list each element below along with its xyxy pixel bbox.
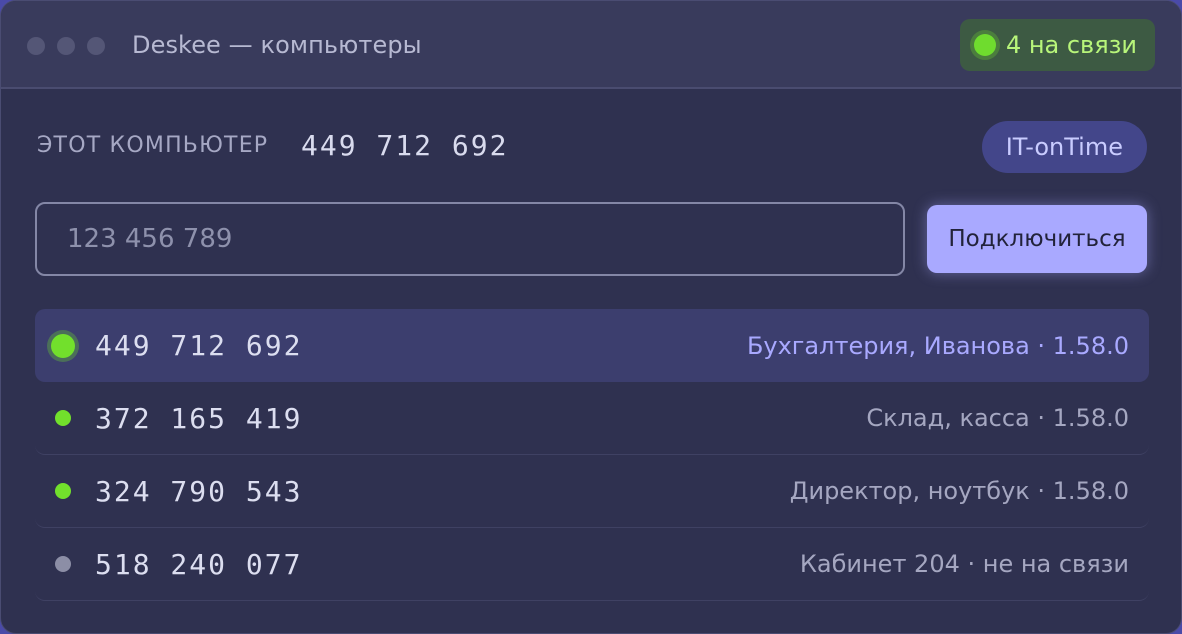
computer-description: Склад, касса · 1.58.0 — [866, 404, 1129, 432]
remote-id-input[interactable] — [35, 202, 905, 276]
app-window: Deskee — компьютеры 4 на связи ЭТОТ КОМП… — [0, 0, 1182, 634]
computer-id: 372 165 419 — [95, 401, 303, 435]
computer-row[interactable]: 324 790 543 Директор, ноутбук · 1.58.0 — [35, 455, 1149, 528]
window-zoom-icon[interactable] — [87, 37, 105, 55]
computer-id: 449 712 692 — [95, 329, 303, 362]
window-close-icon[interactable] — [27, 37, 45, 55]
org-badge: IT-onTime — [981, 121, 1147, 173]
status-offline-icon — [55, 556, 71, 572]
computer-row[interactable]: 372 165 419 Склад, касса · 1.58.0 — [35, 382, 1149, 455]
computer-id: 518 240 077 — [95, 547, 303, 581]
computer-description: Кабинет 204 · не на связи — [799, 550, 1129, 578]
this-computer-id: 449 712 692 — [301, 129, 509, 162]
computer-list: 449 712 692 Бухгалтерия, Иванова · 1.58.0… — [35, 309, 1149, 601]
online-count-label: 4 на связи — [1005, 31, 1137, 59]
connect-button[interactable]: Подключиться — [927, 205, 1147, 273]
computer-row[interactable]: 449 712 692 Бухгалтерия, Иванова · 1.58.0 — [35, 309, 1149, 382]
online-status-icon — [973, 34, 996, 56]
window-title: Deskee — компьютеры — [132, 31, 422, 59]
this-computer-label: ЭТОТ КОМПЬЮТЕР — [37, 133, 269, 158]
computer-description: Бухгалтерия, Иванова · 1.58.0 — [746, 331, 1129, 360]
online-count-badge: 4 на связи — [959, 19, 1155, 71]
window-minimize-icon[interactable] — [57, 37, 75, 55]
status-online-icon — [55, 483, 71, 499]
status-online-icon — [51, 333, 75, 358]
computer-description: Директор, ноутбук · 1.58.0 — [789, 477, 1129, 505]
computer-row[interactable]: 518 240 077 Кабинет 204 · не на связи — [35, 528, 1149, 601]
titlebar: Deskee — компьютеры 4 на связи — [1, 1, 1181, 89]
status-online-icon — [55, 410, 71, 426]
computer-id: 324 790 543 — [95, 474, 303, 508]
